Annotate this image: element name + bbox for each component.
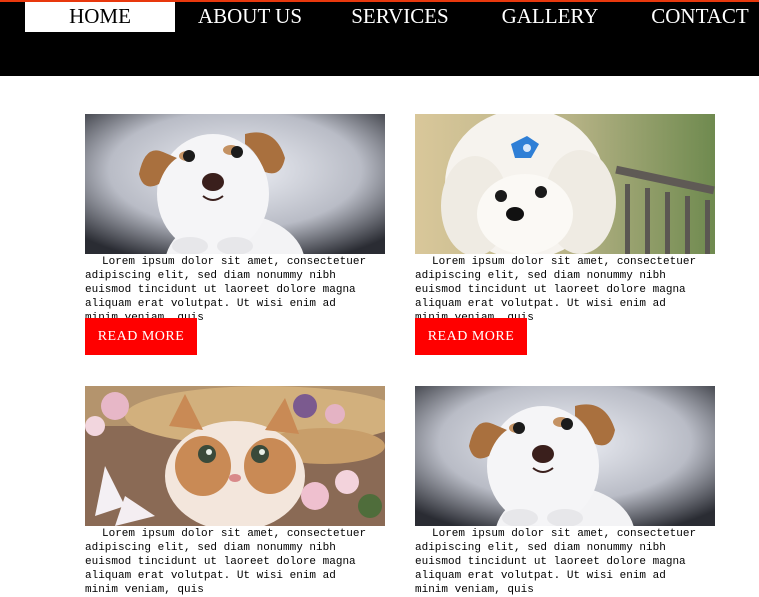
gallery-card: Lorem ipsum dolor sit amet, consectetuer…: [415, 114, 715, 355]
nav-services[interactable]: SERVICES: [325, 2, 475, 32]
card-description: Lorem ipsum dolor sit amet, consectetuer…: [85, 528, 367, 596]
gallery-card: Lorem ipsum dolor sit amet, consectetuer…: [85, 114, 385, 355]
nav-contact[interactable]: CONTACT: [625, 2, 759, 32]
card-description: Lorem ipsum dolor sit amet, consectetuer…: [415, 256, 697, 324]
dog-photo[interactable]: [415, 386, 715, 526]
gallery-card: Lorem ipsum dolor sit amet, consectetuer…: [415, 386, 715, 597]
gallery-card: Lorem ipsum dolor sit amet, consectetuer…: [85, 386, 385, 597]
read-more-button[interactable]: READ MORE: [85, 318, 197, 355]
top-navigation-bar: HOME ABOUT US SERVICES GALLERY CONTACT: [0, 0, 759, 76]
nav-about-us[interactable]: ABOUT US: [175, 2, 325, 32]
read-more-button[interactable]: READ MORE: [415, 318, 527, 355]
card-description: Lorem ipsum dolor sit amet, consectetuer…: [415, 528, 697, 596]
nav-home[interactable]: HOME: [25, 2, 175, 32]
dog-photo[interactable]: [85, 114, 385, 254]
white-puppy-photo[interactable]: [415, 114, 715, 254]
kitten-photo[interactable]: [85, 386, 385, 526]
card-description: Lorem ipsum dolor sit amet, consectetuer…: [85, 256, 367, 324]
nav-gallery[interactable]: GALLERY: [475, 2, 625, 32]
